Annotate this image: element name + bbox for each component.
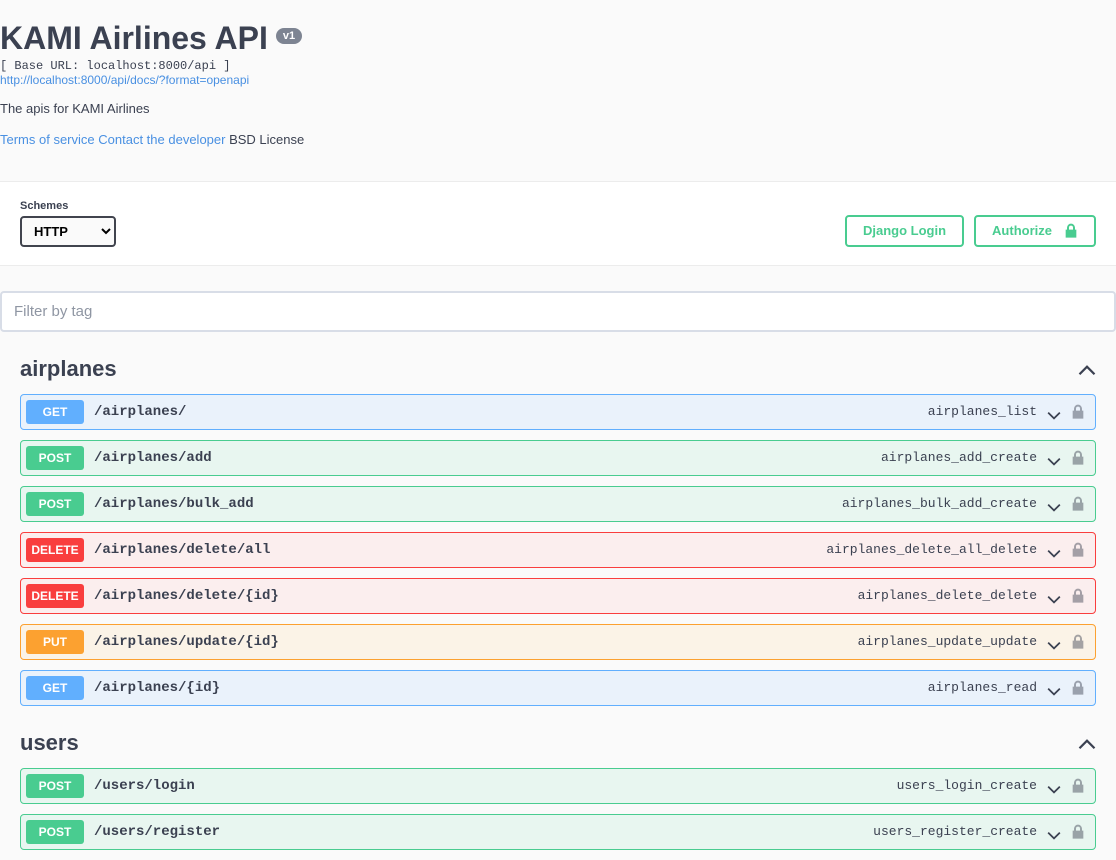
- method-badge: POST: [26, 446, 84, 470]
- lock-icon: [1071, 496, 1085, 512]
- operation-path: /airplanes/bulk_add: [94, 496, 254, 512]
- operation-airplanes_bulk_add_create[interactable]: POST/airplanes/bulk_add airplanes_bulk_ad…: [20, 486, 1096, 522]
- lock-icon: [1071, 778, 1085, 794]
- chevron-down-icon: [1047, 781, 1061, 790]
- method-badge: DELETE: [26, 538, 84, 562]
- operation-airplanes_delete_delete[interactable]: DELETE/airplanes/delete/{id} airplanes_de…: [20, 578, 1096, 614]
- operation-id: airplanes_bulk_add_create: [842, 496, 1037, 511]
- method-badge: POST: [26, 774, 84, 798]
- contact-link[interactable]: Contact the developer: [98, 132, 225, 147]
- operation-path: /airplanes/add: [94, 450, 212, 466]
- api-info-header: KAMI Airlines API v1 [ Base URL: localho…: [0, 0, 1116, 161]
- scheme-auth-bar: Schemes HTTP Django Login Authorize: [0, 181, 1116, 266]
- operation-path: /airplanes/delete/all: [94, 542, 270, 558]
- docs-link[interactable]: http://localhost:8000/api/docs/?format=o…: [0, 73, 1116, 87]
- lock-icon: [1071, 450, 1085, 466]
- tag-header-airplanes[interactable]: airplanes: [20, 352, 1096, 394]
- lock-icon: [1071, 588, 1085, 604]
- lock-icon: [1071, 634, 1085, 650]
- filter-input[interactable]: [0, 291, 1116, 332]
- chevron-down-icon: [1047, 637, 1061, 646]
- tag-header-users[interactable]: users: [20, 726, 1096, 768]
- operation-id: users_register_create: [873, 824, 1037, 839]
- operation-id: airplanes_delete_delete: [858, 588, 1037, 603]
- tag-name: users: [20, 730, 79, 756]
- method-badge: DELETE: [26, 584, 84, 608]
- lock-icon: [1071, 404, 1085, 420]
- operation-id: users_login_create: [897, 778, 1037, 793]
- base-url: [ Base URL: localhost:8000/api ]: [0, 59, 1116, 73]
- operation-airplanes_read[interactable]: GET/airplanes/{id} airplanes_read: [20, 670, 1096, 706]
- chevron-down-icon: [1047, 591, 1061, 600]
- api-description: The apis for KAMI Airlines: [0, 101, 1116, 116]
- method-badge: GET: [26, 676, 84, 700]
- operation-id: airplanes_update_update: [858, 634, 1037, 649]
- chevron-down-icon: [1047, 453, 1061, 462]
- chevron-down-icon: [1047, 407, 1061, 416]
- operation-id: airplanes_read: [928, 680, 1037, 695]
- django-login-button[interactable]: Django Login: [845, 215, 964, 247]
- chevron-down-icon: [1047, 545, 1061, 554]
- tag-section-airplanes: airplanes GET/airplanes/airplanes_list POS…: [20, 352, 1096, 706]
- method-badge: POST: [26, 820, 84, 844]
- operation-path: /users/login: [94, 778, 195, 794]
- authorize-label: Authorize: [992, 223, 1052, 238]
- tag-name: airplanes: [20, 356, 117, 382]
- operation-airplanes_add_create[interactable]: POST/airplanes/add airplanes_add_create: [20, 440, 1096, 476]
- operation-users_login_create[interactable]: POST/users/login users_login_create: [20, 768, 1096, 804]
- tag-section-users: usersPOST/users/loginusers_login_createP…: [20, 726, 1096, 850]
- operation-path: /users/register: [94, 824, 220, 840]
- license-text: BSD License: [229, 132, 304, 147]
- operation-id: airplanes_list: [928, 404, 1037, 419]
- api-title: KAMI Airlines API: [0, 20, 268, 57]
- operation-users_register_create[interactable]: POST/users/register users_register_create: [20, 814, 1096, 850]
- operation-airplanes_delete_all_delete[interactable]: DELETE/airplanes/delete/all airplanes_del…: [20, 532, 1096, 568]
- chevron-down-icon: [1047, 683, 1061, 692]
- authorize-button[interactable]: Authorize: [974, 215, 1096, 247]
- lock-icon: [1064, 223, 1078, 239]
- chevron-down-icon: [1047, 499, 1061, 508]
- lock-icon: [1071, 680, 1085, 696]
- chevron-up-icon: [1078, 363, 1096, 374]
- terms-link[interactable]: Terms of service: [0, 132, 95, 147]
- operation-airplanes_list[interactable]: GET/airplanes/airplanes_list: [20, 394, 1096, 430]
- schemes-select[interactable]: HTTP: [20, 216, 116, 247]
- operation-airplanes_update_update[interactable]: PUT/airplanes/update/{id} airplanes_updat…: [20, 624, 1096, 660]
- chevron-down-icon: [1047, 827, 1061, 836]
- method-badge: POST: [26, 492, 84, 516]
- operation-path: /airplanes/update/{id}: [94, 634, 279, 650]
- django-login-label: Django Login: [863, 223, 946, 238]
- method-badge: GET: [26, 400, 84, 424]
- method-badge: PUT: [26, 630, 84, 654]
- operation-id: airplanes_delete_all_delete: [826, 542, 1037, 557]
- lock-icon: [1071, 824, 1085, 840]
- operation-path: /airplanes/: [94, 404, 186, 420]
- version-badge: v1: [276, 28, 302, 44]
- schemes-label: Schemes: [20, 200, 116, 212]
- operation-id: airplanes_add_create: [881, 450, 1037, 465]
- chevron-up-icon: [1078, 737, 1096, 748]
- operation-path: /airplanes/delete/{id}: [94, 588, 279, 604]
- lock-icon: [1071, 542, 1085, 558]
- operation-path: /airplanes/{id}: [94, 680, 220, 696]
